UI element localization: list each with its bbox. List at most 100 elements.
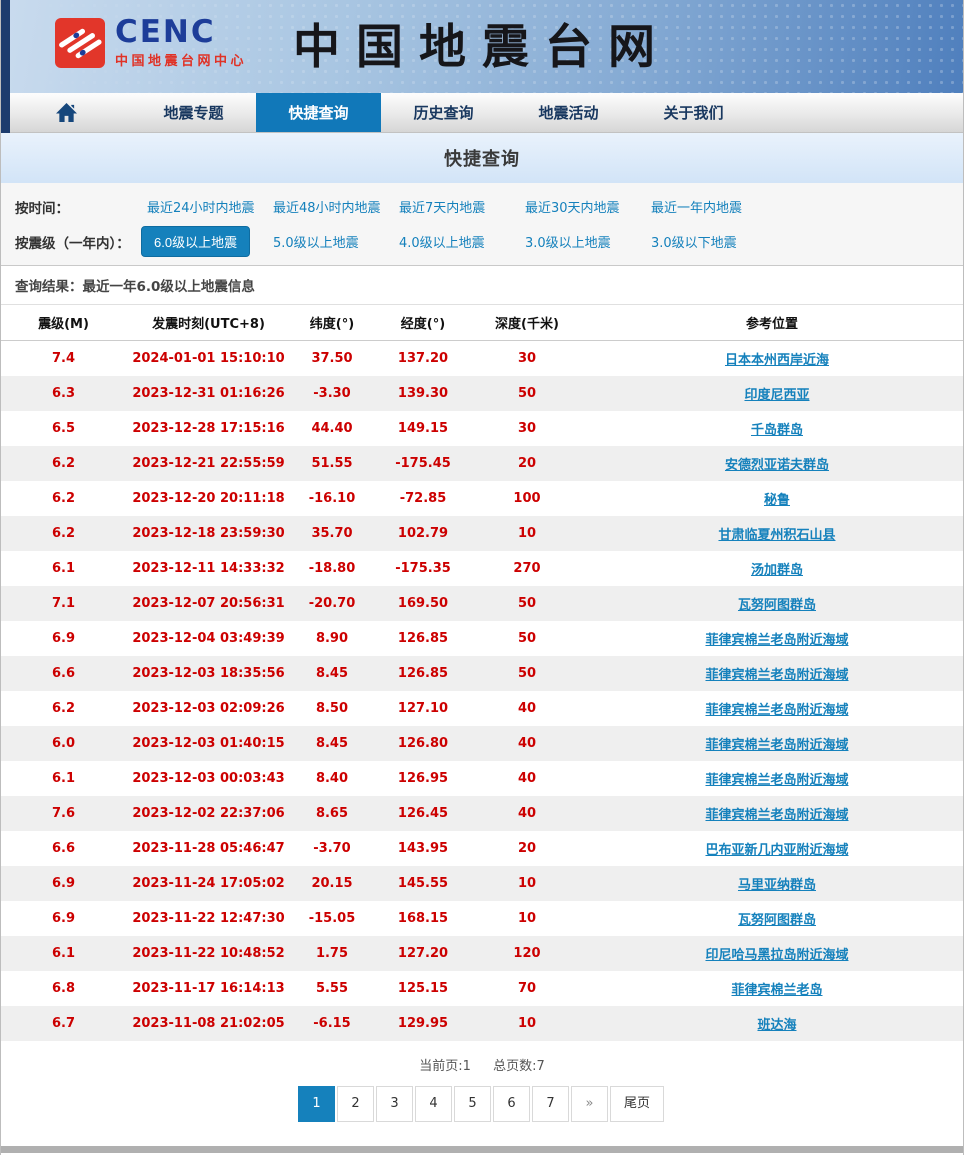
- location-cell: 印尼哈马黑拉岛附近海域: [581, 944, 963, 963]
- page-button-5[interactable]: 5: [454, 1086, 491, 1122]
- time-cell: 2023-11-17 16:14:13: [126, 981, 291, 996]
- depth-cell: 10: [473, 911, 581, 926]
- page-button-3[interactable]: 3: [376, 1086, 413, 1122]
- magnitude-filter-label: 按震级（一年内）：: [1, 232, 147, 252]
- time-filter-option-0[interactable]: 最近24小时内地震: [147, 197, 255, 216]
- time-filter-option-4[interactable]: 最近一年内地震: [651, 197, 742, 216]
- location-link[interactable]: 印度尼西亚: [744, 388, 809, 403]
- longitude-cell: 129.95: [373, 1016, 473, 1031]
- location-link[interactable]: 秘鲁: [764, 493, 790, 508]
- cenc-logo-icon: [54, 17, 106, 69]
- latitude-cell: 8.45: [291, 736, 373, 751]
- latitude-cell: -16.10: [291, 491, 373, 506]
- location-link[interactable]: 班达海: [757, 1018, 796, 1033]
- cenc-logo[interactable]: CENC 中国地震台网中心: [54, 17, 247, 69]
- latitude-cell: -15.05: [291, 911, 373, 926]
- location-link[interactable]: 菲律宾棉兰老岛附近海域: [705, 633, 848, 648]
- location-link[interactable]: 甘肃临夏州积石山县: [718, 528, 835, 543]
- magnitude-filter-option-cell: 6.0级以上地震: [147, 226, 273, 257]
- location-cell: 甘肃临夏州积石山县: [581, 524, 963, 543]
- nav-item-2[interactable]: 快捷查询: [256, 93, 381, 132]
- time-cell: 2023-12-03 02:09:26: [126, 701, 291, 716]
- location-link[interactable]: 印尼哈马黑拉岛附近海域: [705, 948, 848, 963]
- magnitude-filter-option-0[interactable]: 6.0级以上地震: [141, 226, 250, 257]
- magnitude-filter-option-2[interactable]: 4.0级以上地震: [399, 232, 485, 251]
- footer-bar: [1, 1146, 963, 1153]
- location-link[interactable]: 千岛群岛: [751, 423, 803, 438]
- table-row: 6.22023-12-03 02:09:268.50127.1040菲律宾棉兰老…: [1, 691, 963, 726]
- table-row: 6.52023-12-28 17:15:1644.40149.1530千岛群岛: [1, 411, 963, 446]
- depth-cell: 50: [473, 631, 581, 646]
- location-cell: 菲律宾棉兰老岛附近海域: [581, 699, 963, 718]
- magnitude-filter-option-cell: 5.0级以上地震: [273, 226, 399, 257]
- nav-item-3[interactable]: 历史查询: [381, 93, 506, 132]
- cenc-logo-text: CENC 中国地震台网中心: [115, 17, 247, 69]
- time-filter-option-2[interactable]: 最近7天内地震: [399, 197, 485, 216]
- current-page-label: 当前页:1: [419, 1059, 471, 1074]
- next-pages-button[interactable]: »: [571, 1086, 608, 1122]
- table-row: 6.02023-12-03 01:40:158.45126.8040菲律宾棉兰老…: [1, 726, 963, 761]
- location-link[interactable]: 日本本州西岸近海: [725, 353, 829, 368]
- page-button-2[interactable]: 2: [337, 1086, 374, 1122]
- magnitude-filter-option-1[interactable]: 5.0级以上地震: [273, 232, 359, 251]
- page-button-1[interactable]: 1: [298, 1086, 335, 1122]
- longitude-cell: 102.79: [373, 526, 473, 541]
- result-summary-text: 查询结果：最近一年6.0级以上地震信息: [1, 275, 255, 295]
- location-link[interactable]: 安德烈亚诺夫群岛: [725, 458, 829, 473]
- magnitude-filter-option-4[interactable]: 3.0级以下地震: [651, 232, 737, 251]
- location-cell: 菲律宾棉兰老岛: [581, 979, 963, 998]
- table-row: 6.12023-12-03 00:03:438.40126.9540菲律宾棉兰老…: [1, 761, 963, 796]
- nav-item-home[interactable]: [1, 93, 131, 132]
- header-left-strip: [1, 0, 10, 133]
- latitude-cell: -3.70: [291, 841, 373, 856]
- nav-item-4[interactable]: 地震活动: [506, 93, 631, 132]
- time-cell: 2023-12-03 00:03:43: [126, 771, 291, 786]
- magnitude-filter-options: 6.0级以上地震5.0级以上地震 4.0级以上地震 3.0级以上地震 3.0级以下地震: [147, 226, 777, 257]
- magnitude-cell: 6.9: [1, 876, 126, 891]
- location-link[interactable]: 汤加群岛: [751, 563, 803, 578]
- last-page-button[interactable]: 尾页: [610, 1086, 664, 1122]
- page-button-4[interactable]: 4: [415, 1086, 452, 1122]
- depth-cell: 50: [473, 386, 581, 401]
- time-filter-option-1[interactable]: 最近48小时内地震: [273, 197, 381, 216]
- location-cell: 瓦努阿图群岛: [581, 909, 963, 928]
- magnitude-cell: 6.2: [1, 491, 126, 506]
- depth-cell: 40: [473, 771, 581, 786]
- location-cell: 日本本州西岸近海: [581, 349, 963, 368]
- magnitude-cell: 6.1: [1, 771, 126, 786]
- location-link[interactable]: 瓦努阿图群岛: [738, 598, 816, 613]
- magnitude-filter-option-3[interactable]: 3.0级以上地震: [525, 232, 611, 251]
- location-link[interactable]: 瓦努阿图群岛: [738, 913, 816, 928]
- nav-item-label: 历史查询: [413, 102, 473, 123]
- page-button-7[interactable]: 7: [532, 1086, 569, 1122]
- location-link[interactable]: 菲律宾棉兰老岛附近海域: [705, 773, 848, 788]
- time-filter-option-cell: 最近一年内地震: [651, 197, 777, 216]
- page-button-6[interactable]: 6: [493, 1086, 530, 1122]
- magnitude-cell: 6.2: [1, 701, 126, 716]
- result-summary-bar: 查询结果：最近一年6.0级以上地震信息: [1, 266, 963, 305]
- table-row: 6.82023-11-17 16:14:135.55125.1570菲律宾棉兰老…: [1, 971, 963, 1006]
- magnitude-cell: 7.4: [1, 351, 126, 366]
- location-cell: 班达海: [581, 1014, 963, 1033]
- location-link[interactable]: 菲律宾棉兰老岛: [731, 983, 822, 998]
- magnitude-cell: 6.7: [1, 1016, 126, 1031]
- location-cell: 菲律宾棉兰老岛附近海域: [581, 664, 963, 683]
- time-cell: 2023-12-03 01:40:15: [126, 736, 291, 751]
- latitude-cell: -18.80: [291, 561, 373, 576]
- time-filter-option-3[interactable]: 最近30天内地震: [525, 197, 620, 216]
- nav-item-5[interactable]: 关于我们: [631, 93, 756, 132]
- depth-cell: 30: [473, 351, 581, 366]
- location-link[interactable]: 菲律宾棉兰老岛附近海域: [705, 738, 848, 753]
- longitude-cell: 126.80: [373, 736, 473, 751]
- nav-item-1[interactable]: 地震专题: [131, 93, 256, 132]
- longitude-cell: 145.55: [373, 876, 473, 891]
- time-cell: 2023-11-28 05:46:47: [126, 841, 291, 856]
- table-row: 6.32023-12-31 01:16:26-3.30139.3050印度尼西亚: [1, 376, 963, 411]
- location-link[interactable]: 巴布亚新几内亚附近海域: [705, 843, 848, 858]
- location-link[interactable]: 菲律宾棉兰老岛附近海域: [705, 703, 848, 718]
- location-link[interactable]: 菲律宾棉兰老岛附近海域: [705, 668, 848, 683]
- location-link[interactable]: 菲律宾棉兰老岛附近海域: [705, 808, 848, 823]
- location-link[interactable]: 马里亚纳群岛: [738, 878, 816, 893]
- time-cell: 2023-12-21 22:55:59: [126, 456, 291, 471]
- longitude-cell: -72.85: [373, 491, 473, 506]
